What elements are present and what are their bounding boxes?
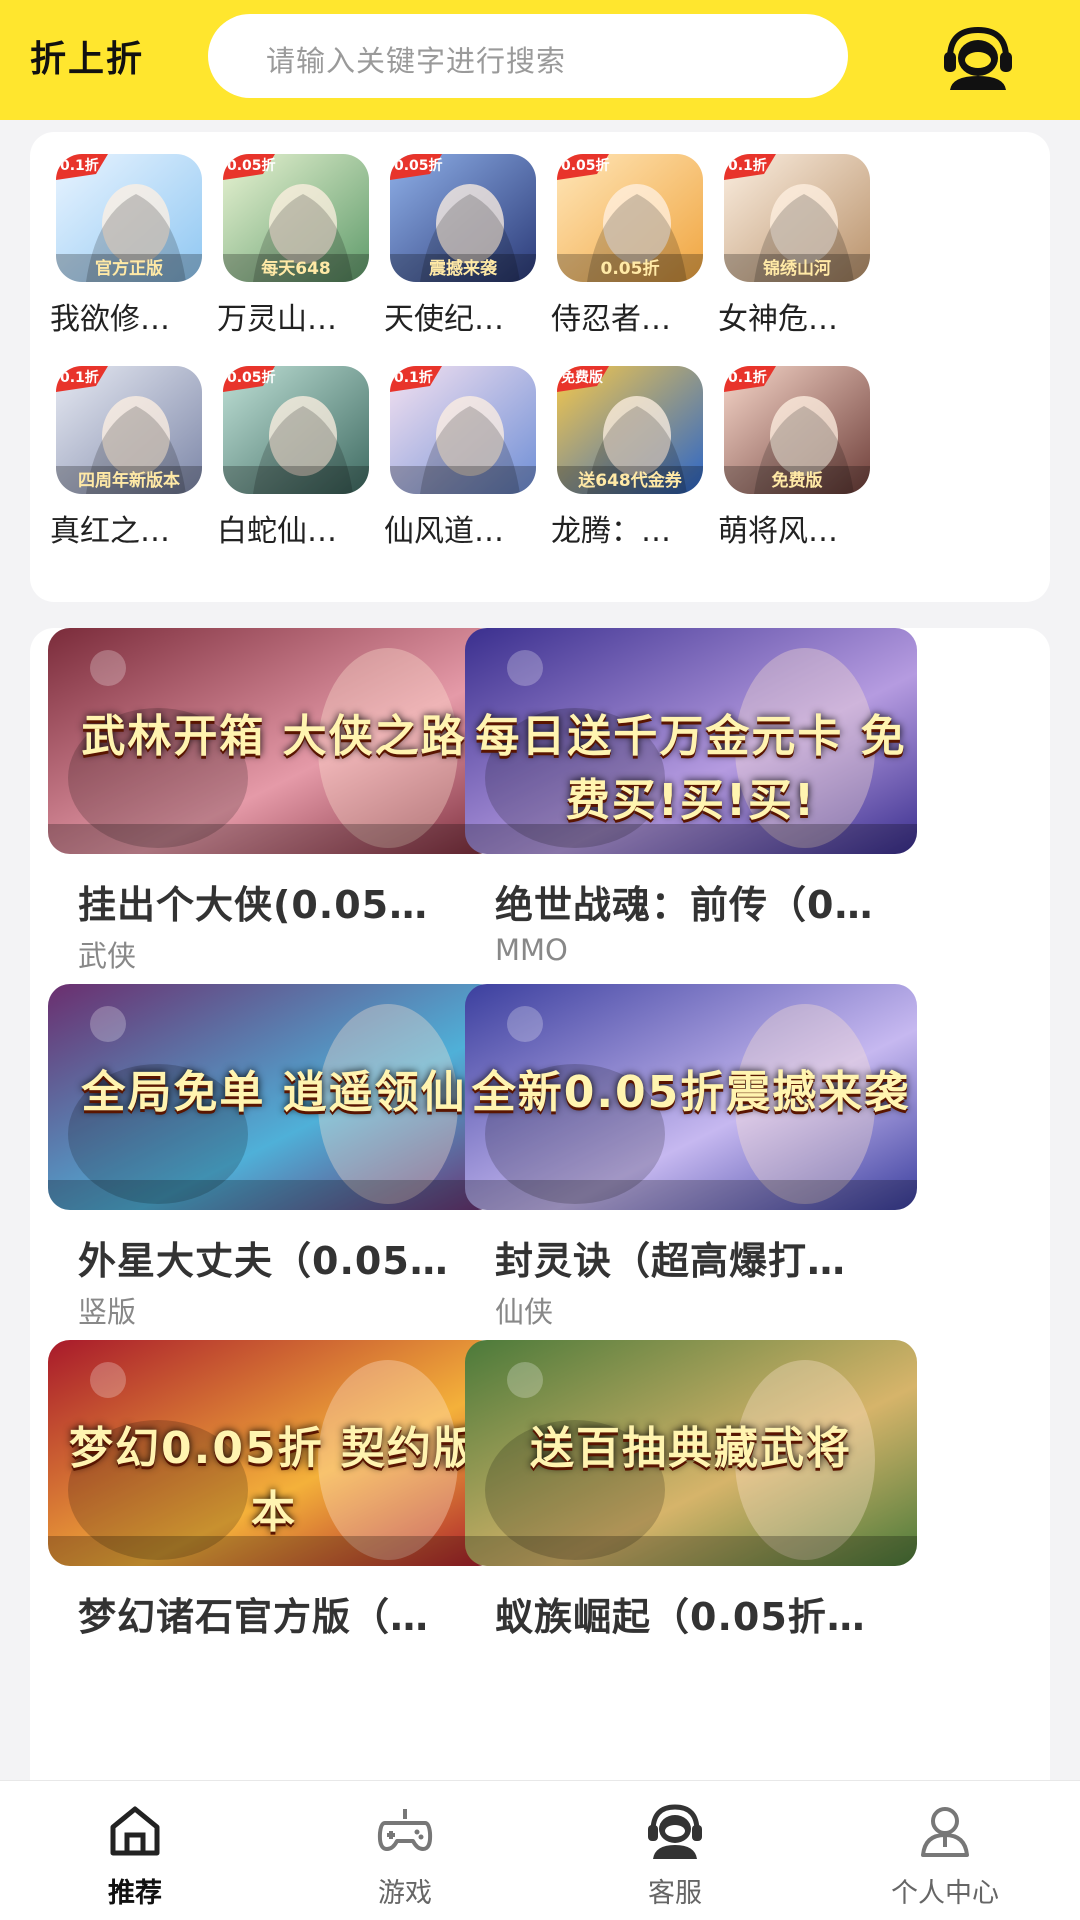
game-icon: 免费版送648代金券 [557, 366, 703, 494]
game-name: 白蛇仙… [217, 514, 337, 549]
game-name: 真红之… [50, 514, 170, 549]
featured-game-item[interactable]: 0.1折官方正版我欲修… [46, 154, 210, 354]
game-name: 龙腾：… [551, 514, 671, 549]
icon-caption: 每天648 [261, 258, 331, 279]
nav-label: 游戏 [378, 1878, 432, 1909]
game-title: 挂出个大侠(0.05… [78, 883, 429, 927]
game-icon: 0.05折震撼来袭 [390, 154, 536, 282]
discount-badge: 0.1折 [60, 369, 99, 386]
game-category: 武侠 [78, 939, 137, 973]
featured-game-item[interactable]: 0.1折免费版萌将风… [714, 366, 878, 566]
icon-caption: 四周年新版本 [78, 470, 180, 491]
gamepad-icon [375, 1801, 435, 1861]
nav-label: 客服 [648, 1878, 702, 1909]
game-banner: 每日送千万金元卡 免费买!买!买! [465, 628, 917, 854]
game-title: 绝世战魂：前传（0… [495, 883, 874, 927]
banner-caption: 梦幻0.05折 契约版本 [69, 1423, 479, 1538]
game-banner: 送百抽典藏武将 [465, 1340, 917, 1566]
featured-games-grid: 0.1折 官方正版 我欲修… 0.05折 每天648 万灵山… 0.05折 震撼来袭 天使纪… 0… [30, 132, 1050, 602]
banner-caption: 全新0.05折震撼来袭 [471, 1067, 911, 1118]
game-icon: 0.05折每天648 [223, 154, 369, 282]
banner-caption: 全局免单 逍遥领仙 [81, 1067, 467, 1118]
game-icon: 0.1折 [390, 366, 536, 494]
game-name: 侍忍者… [551, 302, 671, 337]
game-category: MMO [495, 933, 568, 967]
discount-badge: 0.1折 [728, 369, 767, 386]
game-banner: 武林开箱 大侠之路 [48, 628, 500, 854]
nav-label: 推荐 [108, 1878, 162, 1909]
game-banner: 全局免单 逍遥领仙 [48, 984, 500, 1210]
banner-caption: 每日送千万金元卡 免费买!买!买! [475, 711, 907, 826]
game-name: 万灵山… [217, 302, 337, 337]
game-title: 蚁族崛起（0.05折… [495, 1595, 866, 1639]
home-icon [105, 1801, 165, 1861]
featured-game-item[interactable]: 0.05折 0.05折侍忍者… [547, 154, 711, 354]
search-input[interactable]: 请输入关键字进行搜索 [208, 14, 848, 98]
game-title: 封灵诀（超高爆打… [495, 1239, 847, 1283]
headset-icon[interactable] [940, 24, 1016, 92]
featured-game-item[interactable]: 0.05折每天648 万灵山… [213, 154, 377, 354]
game-name: 仙风道… [384, 514, 504, 549]
game-name: 我欲修… [50, 302, 170, 337]
icon-caption: 震撼来袭 [428, 258, 498, 279]
game-banner: 梦幻0.05折 契约版本 [48, 1340, 500, 1566]
game-title: 外星大丈夫（0.05… [78, 1239, 449, 1283]
icon-caption: 免费版 [772, 470, 823, 491]
game-name: 萌将风… [718, 514, 838, 549]
game-name: 女神危… [718, 302, 838, 337]
discount-badge: 0.05折 [561, 157, 610, 174]
game-icon: 0.1折锦绣山河 [724, 154, 870, 282]
nav-tab-recommend[interactable]: 推荐 [0, 1781, 270, 1920]
icon-caption: 0.05折 [601, 258, 660, 279]
discount-badge: 0.1折 [60, 157, 99, 174]
game-icon: 0.1折官方正版 [56, 154, 202, 282]
discount-badge: 免费版 [561, 369, 603, 386]
game-card[interactable]: 送百抽典藏武将蚁族崛起（0.05折… [465, 1340, 917, 1760]
icon-caption: 锦绣山河 [763, 258, 831, 279]
user-icon [915, 1801, 975, 1861]
icon-caption: 送648代金券 [578, 470, 682, 491]
banner-caption: 送百抽典藏武将 [530, 1423, 852, 1474]
featured-game-item[interactable]: 0.05折白蛇仙… [213, 366, 377, 566]
nav-tab-games[interactable]: 游戏 [270, 1781, 540, 1920]
game-card[interactable]: 梦幻0.05折 契约版本梦幻诸石官方版（… [48, 1340, 500, 1760]
featured-game-item[interactable]: 0.1折仙风道… [380, 366, 544, 566]
featured-game-item[interactable]: 0.1折锦绣山河女神危… [714, 154, 878, 354]
game-icon: 0.05折 0.05折 [557, 154, 703, 282]
featured-game-item[interactable]: 0.05折震撼来袭天使纪… [380, 154, 544, 354]
game-icon: 0.1折免费版 [724, 366, 870, 494]
search-placeholder: 请输入关键字进行搜索 [266, 44, 567, 78]
game-category: 竖版 [78, 1295, 137, 1329]
headset-icon [645, 1801, 705, 1861]
app-logo: 折上折 [30, 39, 145, 80]
bottom-nav: 推荐 游戏 客服 个人中心 [0, 1780, 1080, 1920]
discount-badge: 0.1折 [728, 157, 767, 174]
discount-badge: 0.1折 [394, 369, 433, 386]
nav-label: 个人中心 [891, 1878, 999, 1909]
featured-game-item[interactable]: 0.1折四周年新版本真红之… [46, 366, 210, 566]
banner-caption: 武林开箱 大侠之路 [81, 711, 467, 762]
game-icon: 0.1折四周年新版本 [56, 366, 202, 494]
discount-badge: 0.05折 [227, 369, 276, 386]
game-category: 仙侠 [495, 1295, 554, 1329]
game-icon: 0.05折 [223, 366, 369, 494]
discount-badge: 0.05折 [394, 157, 443, 174]
icon-caption: 官方正版 [95, 258, 163, 279]
game-banner: 全新0.05折震撼来袭 [465, 984, 917, 1210]
game-feed: 武林开箱 大侠之路挂出个大侠(0.05…武侠绝品门客专属称号限时银票每日送千万金… [30, 628, 1050, 1788]
game-title: 梦幻诸石官方版（… [78, 1595, 430, 1639]
top-header: 折上折 请输入关键字进行搜索 [0, 0, 1080, 120]
game-name: 天使纪… [384, 302, 504, 337]
featured-game-item[interactable]: 免费版送648代金券龙腾：… [547, 366, 711, 566]
nav-tab-support[interactable]: 客服 [540, 1781, 810, 1920]
discount-badge: 0.05折 [227, 157, 276, 174]
nav-tab-profile[interactable]: 个人中心 [810, 1781, 1080, 1920]
